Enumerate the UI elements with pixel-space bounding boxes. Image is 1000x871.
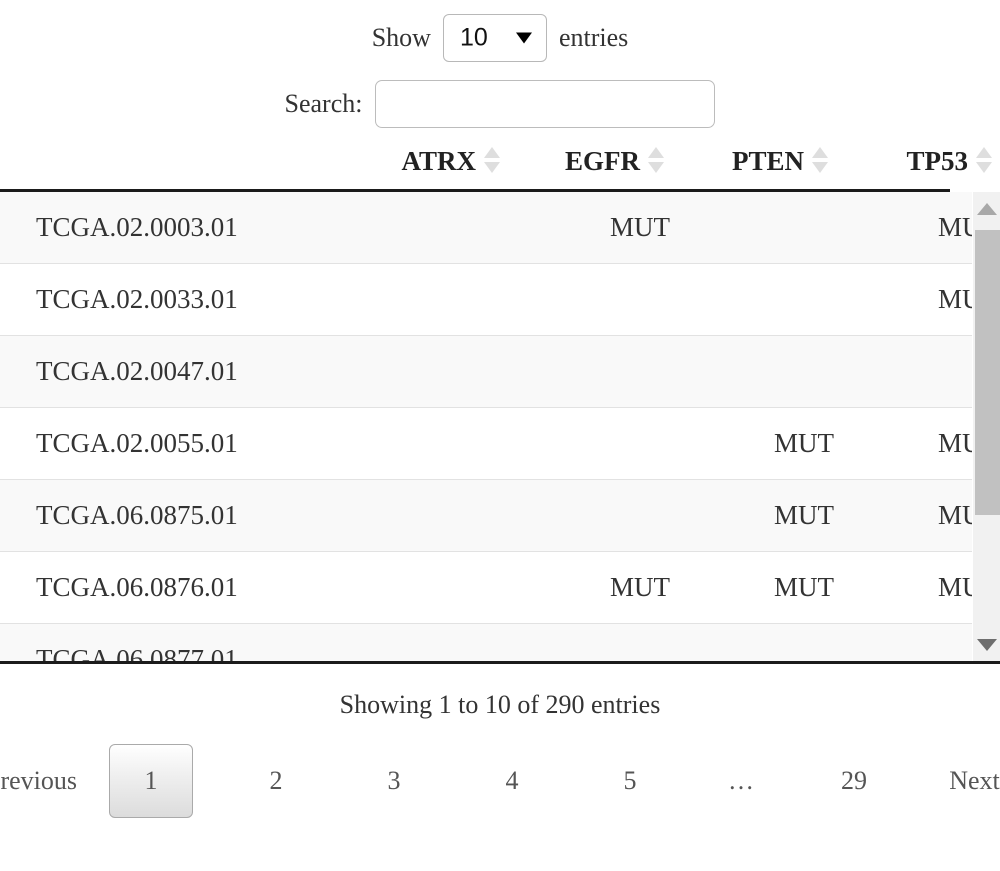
cell-egfr bbox=[506, 263, 670, 336]
cell-egfr bbox=[506, 623, 670, 661]
vertical-scrollbar[interactable] bbox=[972, 192, 1000, 661]
pagination-previous[interactable]: Previous bbox=[0, 750, 77, 812]
sort-both-icon[interactable] bbox=[976, 147, 992, 173]
cell-pten bbox=[670, 335, 834, 408]
cell-atrx bbox=[342, 623, 506, 661]
column-header-pten[interactable]: PTEN bbox=[670, 146, 834, 189]
cell-sample-id: TCGA.02.0033.01 bbox=[0, 263, 342, 336]
sort-both-icon[interactable] bbox=[648, 147, 664, 173]
cell-atrx bbox=[342, 479, 506, 552]
table-row[interactable]: TCGA.06.0876.01 MUT MUT MUT bbox=[0, 551, 998, 624]
cell-sample-id: TCGA.02.0047.01 bbox=[0, 335, 342, 408]
sort-both-icon[interactable] bbox=[812, 147, 828, 173]
cell-atrx bbox=[342, 263, 506, 336]
table-info: Showing 1 to 10 of 290 entries bbox=[339, 690, 661, 719]
pagination-page-29[interactable]: 29 bbox=[823, 750, 885, 812]
cell-pten bbox=[670, 263, 834, 336]
table-row[interactable]: TCGA.02.0003.01 MUT MUT bbox=[0, 192, 998, 264]
cell-atrx bbox=[342, 551, 506, 624]
scrollbar-thumb[interactable] bbox=[975, 230, 1000, 515]
pagination-page-4[interactable]: 4 bbox=[481, 750, 543, 812]
cell-sample-id: TCGA.06.0876.01 bbox=[0, 551, 342, 624]
cell-pten: MUT bbox=[670, 407, 834, 480]
chevron-down-icon bbox=[515, 32, 532, 44]
pagination-page-1[interactable]: 1 bbox=[109, 744, 193, 818]
pagination-page-2[interactable]: 2 bbox=[245, 750, 307, 812]
pagination: Previous 12345 … 29 Next bbox=[0, 744, 1000, 818]
search-control: Search: bbox=[0, 62, 1000, 128]
cell-egfr: MUT bbox=[506, 551, 670, 624]
scroll-down-arrow-icon[interactable] bbox=[973, 630, 1000, 660]
length-label-before: Show bbox=[371, 23, 431, 52]
pagination-page-5[interactable]: 5 bbox=[599, 750, 661, 812]
cell-sample-id: TCGA.06.0875.01 bbox=[0, 479, 342, 552]
cell-sample-id: TCGA.02.0003.01 bbox=[0, 192, 342, 264]
table-row[interactable]: TCGA.02.0055.01 MUT MUT bbox=[0, 407, 998, 480]
sort-both-icon[interactable] bbox=[484, 147, 500, 173]
cell-pten bbox=[670, 192, 834, 264]
cell-atrx bbox=[342, 192, 506, 264]
column-header-atrx[interactable]: ATRX bbox=[342, 146, 506, 189]
table-body: TCGA.02.0003.01 MUT MUT TCGA.02.0033.01 MUT T… bbox=[0, 192, 998, 661]
cell-egfr bbox=[506, 479, 670, 552]
entries-per-page-select[interactable]: 10 bbox=[442, 14, 547, 62]
column-header-egfr[interactable]: EGFR bbox=[506, 146, 670, 189]
cell-sample-id: TCGA.02.0055.01 bbox=[0, 407, 342, 480]
length-control: Show 10 entries bbox=[0, 0, 1000, 62]
pagination-next[interactable]: Next bbox=[949, 750, 1000, 812]
cell-sample-id: TCGA.06.0877.01 bbox=[0, 623, 342, 661]
cell-pten: MUT bbox=[670, 551, 834, 624]
scroll-up-arrow-icon[interactable] bbox=[973, 194, 1000, 224]
table-row[interactable]: TCGA.02.0047.01 bbox=[0, 335, 998, 408]
column-header-sample-id[interactable] bbox=[0, 146, 342, 189]
cell-pten: MUT bbox=[670, 479, 834, 552]
data-table: ATRX EGFR PTEN TP53 TCGA.02.0003.01 MUT … bbox=[0, 146, 1000, 664]
table-header-row: ATRX EGFR PTEN TP53 bbox=[0, 146, 998, 189]
cell-egfr: MUT bbox=[506, 192, 670, 264]
column-header-tp53[interactable]: TP53 bbox=[834, 146, 998, 189]
length-label-after: entries bbox=[558, 23, 629, 52]
table-row[interactable]: TCGA.06.0875.01 MUT MUT bbox=[0, 479, 998, 552]
search-input[interactable] bbox=[375, 80, 716, 128]
cell-pten bbox=[670, 623, 834, 661]
table-row[interactable]: TCGA.06.0877.01 bbox=[0, 623, 998, 661]
cell-atrx bbox=[342, 335, 506, 408]
search-label: Search: bbox=[284, 89, 363, 118]
table-header-wrapper: ATRX EGFR PTEN TP53 bbox=[0, 146, 1000, 192]
table-row[interactable]: TCGA.02.0033.01 MUT bbox=[0, 263, 998, 336]
cell-atrx bbox=[342, 407, 506, 480]
pagination-ellipsis: … bbox=[728, 766, 756, 795]
cell-egfr bbox=[506, 407, 670, 480]
pagination-page-3[interactable]: 3 bbox=[363, 750, 425, 812]
cell-egfr bbox=[506, 335, 670, 408]
datatable-page: Show 10 entries Search: ATRX EGFR PTEN T… bbox=[0, 0, 1000, 871]
table-body-scroll[interactable]: TCGA.02.0003.01 MUT MUT TCGA.02.0033.01 MUT T… bbox=[0, 192, 1000, 664]
entries-per-page-value: 10 bbox=[459, 23, 488, 52]
